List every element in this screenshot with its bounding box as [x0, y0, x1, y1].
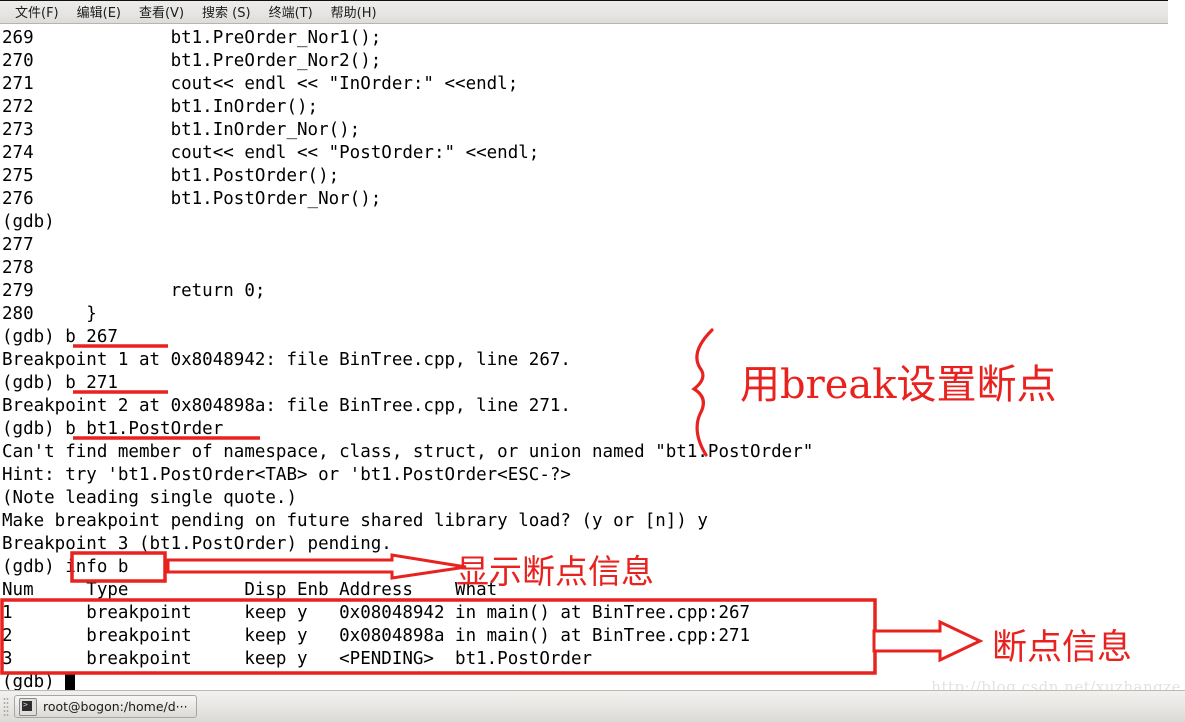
terminal-line: Breakpoint 3 (bt1.PostOrder) pending.: [2, 534, 392, 554]
terminal-window: 文件(F) 编辑(E) 查看(V) 搜索 (S) 终端(T) 帮助(H) 269…: [0, 0, 1185, 722]
menu-view[interactable]: 查看(V): [130, 1, 193, 23]
note-show-breakpoint-info: 显示断点信息: [456, 552, 654, 591]
terminal-line: 274 cout<< endl << "PostOrder:" <<endl;: [2, 143, 540, 163]
note-use-break-to-set-breakpoint: 用break设置断点: [740, 362, 1057, 408]
text-cursor: [65, 673, 76, 690]
terminal-line: (gdb) b 271: [2, 373, 118, 393]
terminal-line: 270 bt1.PreOrder_Nor2();: [2, 51, 382, 71]
menu-bar: 文件(F) 编辑(E) 查看(V) 搜索 (S) 终端(T) 帮助(H): [0, 0, 1168, 24]
menu-help[interactable]: 帮助(H): [322, 1, 386, 23]
terminal-line: 271 cout<< endl << "InOrder:" <<endl;: [2, 74, 519, 94]
taskbar-window-button[interactable]: root@bogon:/home/d···: [14, 695, 197, 718]
terminal-line: 276 bt1.PostOrder_Nor();: [2, 189, 382, 209]
terminal-line: 1 breakpoint keep y 0x08048942 in main()…: [2, 603, 751, 623]
terminal-text: 269 bt1.PreOrder_Nor1(); 270 bt1.PreOrder…: [2, 27, 813, 690]
menu-file[interactable]: 文件(F): [6, 1, 68, 23]
terminal-line: Can't find member of namespace, class, s…: [2, 442, 814, 462]
terminal-line: 2 breakpoint keep y 0x0804898a in main()…: [2, 626, 751, 646]
terminal-line: (gdb): [2, 671, 813, 690]
menu-search[interactable]: 搜索 (S): [193, 1, 260, 23]
taskbar: root@bogon:/home/d···: [0, 690, 1185, 722]
taskbar-window-label: root@bogon:/home/d···: [43, 699, 188, 714]
terminal-line: 275 bt1.PostOrder();: [2, 166, 340, 186]
terminal-line: (gdb) info b: [2, 557, 129, 577]
terminal-line: 3 breakpoint keep y <PENDING> bt1.PostOr…: [2, 649, 593, 669]
taskbar-grip[interactable]: [3, 697, 9, 717]
terminal-line: 277: [2, 235, 34, 255]
terminal-line: 279 return 0;: [2, 281, 266, 301]
terminal-line: 280 }: [2, 304, 97, 324]
menu-terminal[interactable]: 终端(T): [260, 1, 322, 23]
terminal-line: (gdb) b 267: [2, 327, 118, 347]
terminal-line: (Note leading single quote.): [2, 488, 298, 508]
note-breakpoint-info: 断点信息: [992, 628, 1133, 668]
terminal-line: 278: [2, 258, 34, 278]
terminal-line: Breakpoint 2 at 0x804898a: file BinTree.…: [2, 396, 571, 416]
menu-edit[interactable]: 编辑(E): [68, 1, 130, 23]
terminal-line: (gdb) b bt1.PostOrder: [2, 419, 224, 439]
terminal-line: (gdb): [2, 212, 66, 232]
terminal-line: 269 bt1.PreOrder_Nor1();: [2, 28, 382, 48]
terminal-line: Breakpoint 1 at 0x8048942: file BinTree.…: [2, 350, 571, 370]
terminal-line: 272 bt1.InOrder();: [2, 97, 319, 117]
terminal-line: Make breakpoint pending on future shared…: [2, 511, 708, 531]
terminal-line: 273 bt1.InOrder_Nor();: [2, 120, 361, 140]
terminal-icon: [19, 697, 37, 716]
terminal-line: Hint: try 'bt1.PostOrder<TAB> or 'bt1.Po…: [2, 465, 571, 485]
terminal-line: Num Type Disp Enb Address What: [2, 580, 498, 600]
